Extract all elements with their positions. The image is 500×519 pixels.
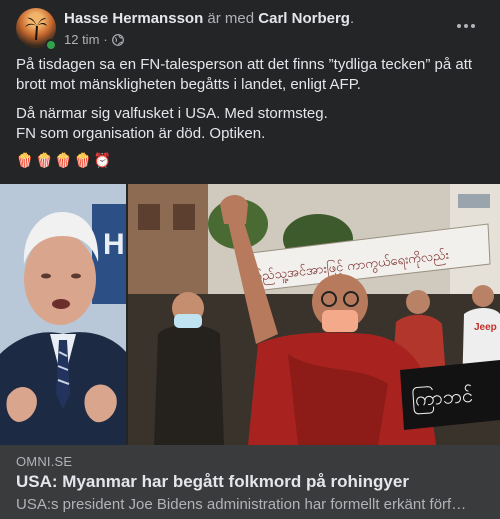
- more-dot: [471, 24, 475, 28]
- link-domain: OMNI.SE: [16, 454, 73, 469]
- speaker-photo: H: [0, 184, 126, 445]
- link-description: USA:s president Joe Bidens administratio…: [16, 496, 467, 513]
- palm-tree-icon: [25, 17, 47, 40]
- post-paragraph-1: På tisdagen sa en FN-talesperson att det…: [16, 56, 473, 93]
- more-dot: [457, 24, 461, 28]
- protest-photo: ပြည်သူ့အင်အားဖြင့် ကာကွယ်ရေးကိုလည်း Jeep…: [128, 184, 500, 445]
- link-preview-card[interactable]: OMNI.SE USA: Myanmar har begått folkmord…: [0, 445, 500, 519]
- meta-separator: ·: [103, 32, 108, 47]
- tagged-person[interactable]: Carl Norberg: [258, 10, 350, 27]
- online-status-indicator: [45, 39, 57, 51]
- author-name[interactable]: Hasse Hermansson: [64, 10, 203, 27]
- popcorn-emoji: 🍿: [74, 152, 92, 168]
- post-line-2a: Då närmar sig valfusket i USA. Med storm…: [16, 105, 328, 122]
- post-line-2b: FN som organisation är död. Optiken.: [16, 124, 266, 142]
- post-paragraph-2: Då närmar sig valfusket i USA. Med storm…: [16, 104, 486, 143]
- more-dot: [464, 24, 468, 28]
- link-image-left[interactable]: H: [0, 184, 126, 445]
- more-options-button[interactable]: [452, 12, 480, 40]
- popcorn-emoji: 🍿: [35, 152, 53, 168]
- period-text: .: [349, 10, 355, 27]
- popcorn-emoji: 🍿: [54, 152, 73, 168]
- with-text: är med: [207, 10, 255, 27]
- post-text: På tisdagen sa en FN-talesperson att det…: [16, 55, 486, 171]
- post-timestamp[interactable]: 12 tim: [64, 32, 99, 47]
- emoji-row: 🍿 🍿 🍿 🍿 ⏰: [16, 151, 486, 171]
- post-header: Hasse Hermansson är med Carl Norberg. 12…: [16, 8, 486, 52]
- globe-icon[interactable]: [111, 33, 124, 46]
- shirt-text: Jeep: [474, 322, 497, 333]
- author-line: Hasse Hermansson är med Carl Norberg.: [64, 10, 354, 28]
- link-title[interactable]: USA: Myanmar har begått folkmord på rohi…: [16, 472, 409, 492]
- post-meta: 12 tim ·: [64, 32, 124, 47]
- link-image-right[interactable]: ပြည်သူ့အင်အားဖြင့် ကာကွယ်ရေးကိုလည်း Jeep…: [128, 184, 500, 445]
- background-sign-letter: H: [103, 228, 125, 261]
- popcorn-emoji: 🍿: [16, 152, 34, 168]
- alarm-clock-emoji: ⏰: [93, 152, 112, 168]
